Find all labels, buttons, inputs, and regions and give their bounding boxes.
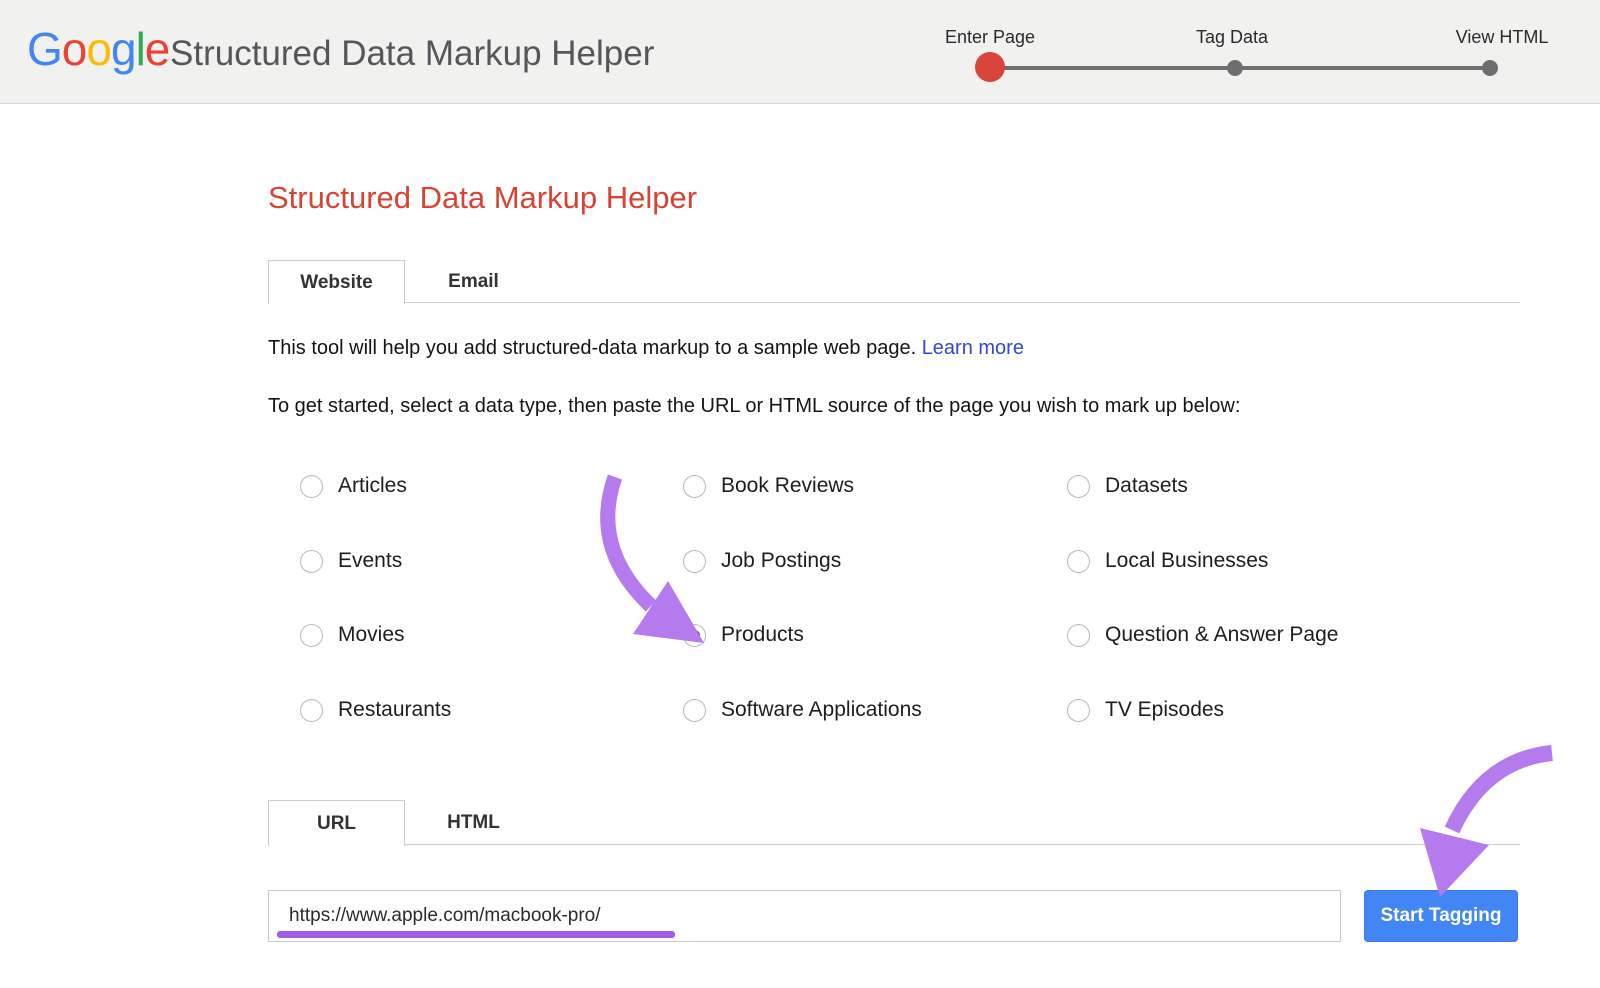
radio-label: Software Applications [721,698,922,722]
radio-label: TV Episodes [1105,698,1224,722]
google-logo-letter: e [145,23,170,75]
radio-button[interactable] [1067,699,1090,722]
stepper-label-view-html: View HTML [1456,27,1549,48]
radio-label: Question & Answer Page [1105,623,1338,647]
data-type-option-datasets[interactable]: Datasets [1067,474,1188,498]
data-type-option-question-answer-page[interactable]: Question & Answer Page [1067,623,1338,647]
google-logo-letter: l [136,23,145,75]
radio-button[interactable] [1067,624,1090,647]
data-type-option-restaurants[interactable]: Restaurants [300,698,451,722]
page-title: Structured Data Markup Helper [268,180,697,216]
stepper-dot-view-html [1482,60,1498,76]
data-type-option-software-applications[interactable]: Software Applications [683,698,922,722]
tab-website[interactable]: Website [268,260,405,304]
data-type-option-products[interactable]: Products [683,623,804,647]
intro-text: This tool will help you add structured-d… [268,337,1024,360]
tab-email[interactable]: Email [405,260,542,304]
data-type-option-local-businesses[interactable]: Local Businesses [1067,549,1268,573]
radio-label: Products [721,623,804,647]
radio-label: Articles [338,474,407,498]
radio-label: Local Businesses [1105,549,1268,573]
data-type-option-events[interactable]: Events [300,549,402,573]
radio-label: Events [338,549,402,573]
learn-more-link[interactable]: Learn more [922,337,1024,359]
radio-button[interactable] [300,699,323,722]
stepper-dot-tag-data [1227,60,1243,76]
radio-button[interactable] [683,475,706,498]
google-logo[interactable]: Google [27,22,169,76]
stepper-dot-enter-page-current [975,52,1005,82]
radio-button[interactable] [1067,475,1090,498]
data-type-option-movies[interactable]: Movies [300,623,405,647]
radio-label: Movies [338,623,405,647]
radio-label: Datasets [1105,474,1188,498]
radio-label: Restaurants [338,698,451,722]
google-logo-letter: g [111,23,136,75]
annotation-arrow-start-tagging [1420,753,1552,897]
start-tagging-button[interactable]: Start Tagging [1364,890,1518,942]
radio-button[interactable] [683,550,706,573]
radio-label: Book Reviews [721,474,854,498]
data-type-option-articles[interactable]: Articles [300,474,407,498]
radio-button-selected[interactable] [683,624,706,647]
url-input[interactable] [268,890,1341,942]
intro-text-body: This tool will help you add structured-d… [268,337,916,359]
tab-html[interactable]: HTML [405,800,542,846]
radio-button[interactable] [300,475,323,498]
instruction-text: To get started, select a data type, then… [268,395,1240,418]
stepper-label-tag-data: Tag Data [1196,27,1268,48]
stepper-label-enter-page: Enter Page [945,27,1035,48]
radio-button[interactable] [300,624,323,647]
google-logo-letter: G [27,23,62,75]
google-logo-letter: o [62,23,87,75]
radio-label: Job Postings [721,549,841,573]
app-header: Google Structured Data Markup Helper Ent… [0,0,1600,104]
radio-button[interactable] [683,699,706,722]
radio-button[interactable] [1067,550,1090,573]
google-logo-letter: o [86,23,111,75]
app-title: Structured Data Markup Helper [170,34,654,74]
data-type-option-tv-episodes[interactable]: TV Episodes [1067,698,1224,722]
data-type-option-job-postings[interactable]: Job Postings [683,549,841,573]
radio-button[interactable] [300,550,323,573]
tab-url[interactable]: URL [268,800,405,846]
data-type-option-book-reviews[interactable]: Book Reviews [683,474,854,498]
